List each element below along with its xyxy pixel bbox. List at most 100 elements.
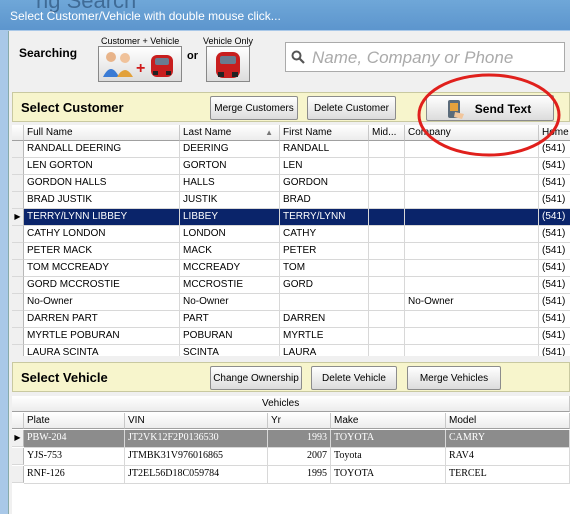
change-ownership-button[interactable]: Change Ownership [210,366,302,390]
customer-vehicle-mode-button[interactable]: + [98,46,182,82]
row-selector[interactable] [12,294,24,311]
customer-cell-last-name: DEERING [180,141,280,158]
vehicle-cell-plate: PBW-204 [24,430,125,448]
customer-cell-home: (541) [539,243,570,260]
customer-cell-full-name: TERRY/LYNN LIBBEY [24,209,180,226]
customer-cell-first-name: DARREN [280,311,369,328]
vehicle-cell-model: TERCEL [446,466,570,484]
customer-cell-mid [369,226,405,243]
row-selector[interactable]: ▶ [12,430,24,447]
customer-row[interactable]: No-Owner No-Owner No-Owner (541) [12,294,570,311]
row-selector[interactable] [12,277,24,294]
row-selector[interactable] [12,141,24,158]
column-header-label: Last Name [183,127,232,138]
vehicle-row[interactable]: YJS-753 JTMBK31V976016865 2007 Toyota RAV4 [12,448,570,466]
customer-row[interactable]: DARREN PART PART DARREN (541) [12,311,570,328]
customer-row[interactable]: TOM MCCREADY MCCREADY TOM (541) [12,260,570,277]
customer-row[interactable]: RANDALL DEERING DEERING RANDALL (541) [12,141,570,158]
vehicle-cell-yr: 1995 [268,466,331,484]
customer-cell-last-name: MCCROSTIE [180,277,280,294]
row-selector[interactable] [12,158,24,175]
customer-cell-mid [369,294,405,311]
customer-cell-last-name: PART [180,311,280,328]
vehicle-grid: Vehicles Plate VIN Yr Make Model ▶ PBW-204 JT2VK… [12,396,570,514]
customer-vehicle-caption: Customer + Vehicle [101,36,180,46]
column-header-company[interactable]: Company [405,125,539,141]
customer-cell-company [405,260,539,277]
vehicle-only-mode-button[interactable] [206,46,250,82]
column-header-plate[interactable]: Plate [24,413,125,429]
column-header-label: First Name [283,127,332,138]
column-header-yr[interactable]: Yr [268,413,331,429]
customer-row[interactable]: BRAD JUSTIK JUSTIK BRAD (541) [12,192,570,209]
delete-customer-button[interactable]: Delete Customer [307,96,396,120]
customer-cell-company [405,226,539,243]
customer-row[interactable]: LEN GORTON GORTON LEN (541) [12,158,570,175]
column-header-mid[interactable]: Mid... [369,125,405,141]
column-header-vin[interactable]: VIN [125,413,268,429]
customer-cell-company [405,243,539,260]
customer-cell-full-name: TOM MCCREADY [24,260,180,277]
column-header-label: Home [542,127,569,138]
customer-cell-company [405,175,539,192]
customer-row[interactable]: MYRTLE POBURAN POBURAN MYRTLE (541) [12,328,570,345]
customer-cell-last-name: No-Owner [180,294,280,311]
customer-row[interactable]: GORD MCCROSTIE MCCROSTIE GORD (541) [12,277,570,294]
row-selector[interactable]: ▶ [12,209,24,226]
customer-cell-first-name: TERRY/LYNN [280,209,369,226]
delete-vehicle-button[interactable]: Delete Vehicle [311,366,397,390]
magnifier-icon [291,50,305,64]
row-selector[interactable] [12,345,24,356]
column-header-label: Full Name [27,127,73,138]
customer-row[interactable]: LAURA SCINTA SCINTA LAURA (541) [12,345,570,356]
red-car-icon [216,52,240,78]
customer-grid: Full Name Last Name ▲ First Name Mid... Compa… [12,125,570,356]
customer-cell-mid [369,328,405,345]
customer-cell-mid [369,192,405,209]
row-selector[interactable] [12,311,24,328]
merge-customers-button[interactable]: Merge Customers [210,96,298,120]
row-selector[interactable] [12,260,24,277]
row-selector[interactable] [12,466,24,483]
customer-row[interactable]: PETER MACK MACK PETER (541) [12,243,570,260]
column-header-home[interactable]: Home [539,125,570,141]
customer-cell-company [405,345,539,356]
row-selector[interactable] [12,328,24,345]
vehicles-group-label: Vehicles [262,398,300,409]
column-header-model[interactable]: Model [446,413,570,429]
row-selector[interactable] [12,192,24,209]
row-selector[interactable] [12,448,24,465]
row-selector[interactable] [12,175,24,192]
customer-cell-last-name: SCINTA [180,345,280,356]
column-header-make[interactable]: Make [331,413,446,429]
customer-cell-home: (541) [539,294,570,311]
customer-cell-full-name: DARREN PART [24,311,180,328]
customer-cell-first-name: RANDALL [280,141,369,158]
customer-cell-last-name: POBURAN [180,328,280,345]
vehicle-cell-vin: JTMBK31V976016865 [125,448,268,466]
customer-row[interactable]: ▶ TERRY/LYNN LIBBEY LIBBEY TERRY/LYNN (541) [12,209,570,226]
vehicle-cell-make: TOYOTA [331,430,446,448]
customer-cell-home: (541) [539,260,570,277]
customer-row[interactable]: CATHY LONDON LONDON CATHY (541) [12,226,570,243]
vehicle-row[interactable]: RNF-126 JT2EL56D18C059784 1995 TOYOTA TERCEL [12,466,570,484]
search-box[interactable] [285,42,565,72]
row-selector[interactable] [12,243,24,260]
column-header-label: Model [449,415,477,426]
column-header-full-name[interactable]: Full Name [24,125,180,141]
column-header-last-name[interactable]: Last Name ▲ [180,125,280,141]
customer-cell-first-name: TOM [280,260,369,277]
send-text-button[interactable]: Send Text [426,95,554,121]
customer-cell-full-name: GORDON HALLS [24,175,180,192]
merge-vehicles-button[interactable]: Merge Vehicles [407,366,501,390]
vehicle-row[interactable]: ▶ PBW-204 JT2VK12F2P0136530 1993 TOYOTA CAMRY [12,430,570,448]
search-input[interactable] [310,46,564,70]
customer-cell-home: (541) [539,209,570,226]
vehicle-cell-yr: 2007 [268,448,331,466]
customer-row[interactable]: GORDON HALLS HALLS GORDON (541) [12,175,570,192]
row-selector[interactable] [12,226,24,243]
customer-cell-full-name: PETER MACK [24,243,180,260]
customer-cell-last-name: LONDON [180,226,280,243]
column-header-first-name[interactable]: First Name [280,125,369,141]
customer-cell-full-name: No-Owner [24,294,180,311]
